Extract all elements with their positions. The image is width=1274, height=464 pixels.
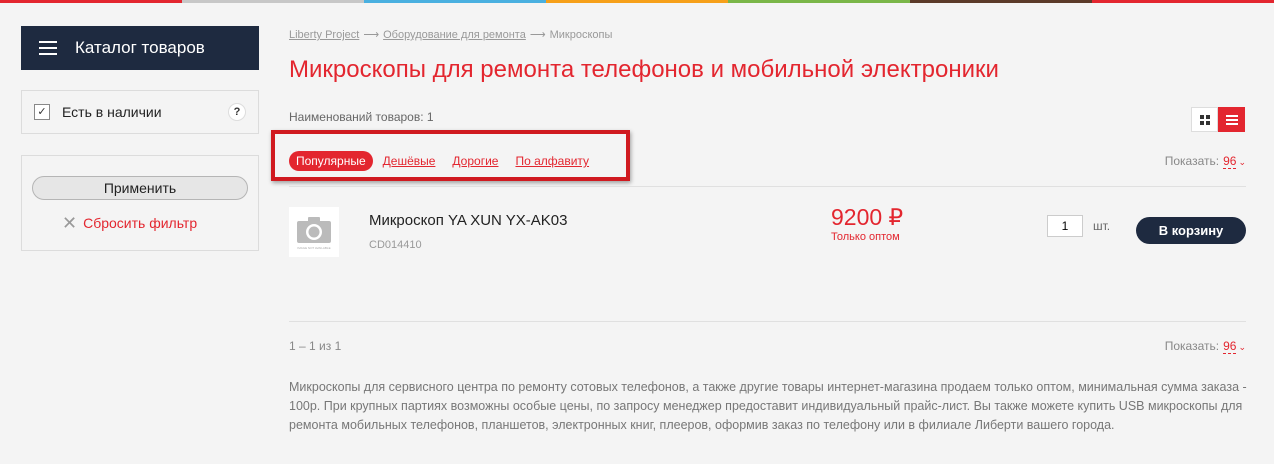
- sort-expensive[interactable]: Дорогие: [452, 154, 498, 168]
- stripe-segment: [910, 0, 1092, 3]
- camera-icon: IMAGE NOT AVAILABLE: [297, 217, 331, 250]
- product-count: Наименований товаров: 1: [289, 110, 434, 124]
- divider: [289, 321, 1246, 322]
- breadcrumb-link-equipment[interactable]: Оборудование для ремонта: [383, 29, 526, 41]
- sort-alphabetical[interactable]: По алфавиту: [515, 154, 589, 168]
- divider: [289, 186, 1246, 187]
- add-to-cart-button[interactable]: В корзину: [1136, 217, 1246, 244]
- stripe-segment: [1092, 0, 1274, 3]
- wholesale-note: Только оптом: [831, 231, 900, 243]
- breadcrumb: Liberty Project ⟶ Оборудование для ремонта…: [289, 28, 612, 41]
- view-toggle: [1191, 107, 1245, 132]
- close-icon: ✕: [62, 213, 78, 233]
- page-size-label: Показать:: [1164, 154, 1220, 168]
- grid-icon: [1199, 114, 1210, 125]
- stripe-segment: [364, 0, 546, 3]
- stripe-segment: [728, 0, 910, 3]
- chevron-down-icon[interactable]: ⌄: [1238, 342, 1246, 352]
- grid-view-button[interactable]: [1191, 107, 1218, 132]
- filter-actions-panel: Применить ✕ Сбросить фильтр: [21, 155, 259, 251]
- in-stock-checkbox[interactable]: ✓: [34, 104, 50, 120]
- image-placeholder-text: IMAGE NOT AVAILABLE: [297, 246, 330, 250]
- reset-filter-link[interactable]: ✕ Сбросить фильтр: [62, 214, 197, 232]
- breadcrumb-link-home[interactable]: Liberty Project: [289, 29, 359, 41]
- page-size-bottom: Показать: 96 ⌄: [1164, 339, 1246, 354]
- quantity-input[interactable]: [1047, 215, 1083, 237]
- product-code: CD014410: [369, 239, 422, 251]
- page-size-top: Показать: 96 ⌄: [1164, 154, 1246, 169]
- list-view-button[interactable]: [1218, 107, 1245, 132]
- in-stock-filter[interactable]: ✓ Есть в наличии ?: [21, 90, 259, 134]
- catalog-menu-label: Каталог товаров: [75, 38, 205, 57]
- stripe-segment: [0, 0, 182, 3]
- category-description: Микроскопы для сервисного центра по ремо…: [289, 380, 1247, 432]
- page-size-label: Показать:: [1164, 339, 1220, 353]
- help-icon[interactable]: ?: [228, 103, 246, 121]
- hamburger-icon: [39, 41, 57, 55]
- breadcrumb-arrow-icon: ⟶: [529, 29, 546, 41]
- product-image[interactable]: IMAGE NOT AVAILABLE: [289, 207, 339, 257]
- page-size-select[interactable]: 96: [1223, 339, 1237, 354]
- chevron-down-icon[interactable]: ⌄: [1238, 157, 1246, 167]
- reset-filter-label: Сбросить фильтр: [83, 215, 198, 231]
- list-icon: [1225, 114, 1238, 125]
- apply-filter-button[interactable]: Применить: [32, 176, 248, 200]
- page-title: Микроскопы для ремонта телефонов и мобил…: [289, 56, 999, 83]
- page-size-select[interactable]: 96: [1223, 154, 1237, 169]
- unit-label: шт.: [1093, 219, 1111, 233]
- product-name[interactable]: Микроскоп YA XUN YX-AK03: [369, 212, 568, 229]
- sort-cheap[interactable]: Дешёвые: [383, 154, 436, 168]
- product-price: 9200 ₽: [831, 204, 904, 230]
- top-color-stripe: [0, 0, 1274, 3]
- sort-options: Популярные Дешёвые Дорогие По алфавиту: [289, 151, 606, 171]
- breadcrumb-current: Микроскопы: [549, 29, 613, 41]
- in-stock-label: Есть в наличии: [62, 104, 162, 120]
- stripe-segment: [546, 0, 728, 3]
- catalog-menu-button[interactable]: Каталог товаров: [21, 26, 259, 70]
- stripe-segment: [182, 0, 364, 3]
- breadcrumb-arrow-icon: ⟶: [363, 29, 380, 41]
- sort-popular[interactable]: Популярные: [289, 151, 373, 171]
- pager-info: 1 – 1 из 1: [289, 339, 342, 353]
